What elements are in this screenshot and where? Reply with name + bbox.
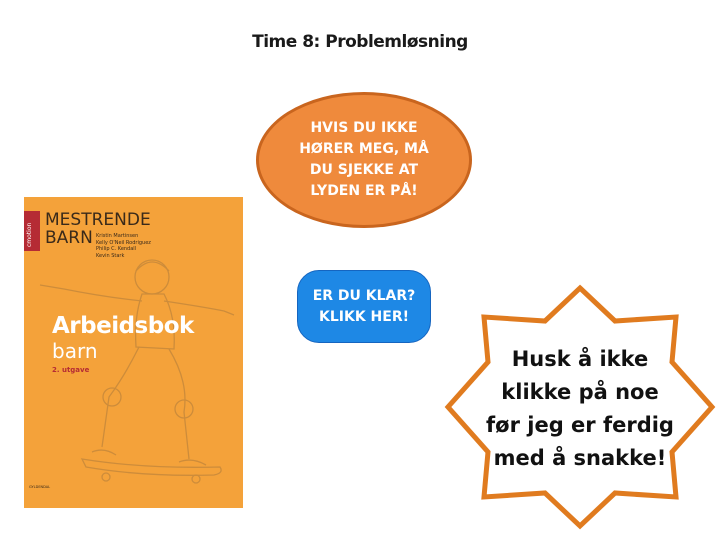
book-edition: 2. utgave <box>52 366 90 374</box>
book-title: Arbeidsbok <box>52 313 194 339</box>
audio-notice-bubble: HVIS DU IKKE HØRER MEG, MÅ DU SJEKKE AT … <box>256 92 472 228</box>
book-cover-image: cmotion MESTRENDE BARN Kristin Martinsen… <box>24 197 243 508</box>
book-authors: Kristin Martinsen Kelly O'Neil Rodriguez… <box>96 233 151 259</box>
book-subtitle: barn <box>52 339 98 363</box>
start-button-label: ER DU KLAR? KLIKK HER! <box>312 287 416 325</box>
start-button[interactable]: ER DU KLAR? KLIKK HER! <box>297 270 431 343</box>
book-author: Kevin Stark <box>96 252 125 259</box>
book-side-label: cmotion <box>26 222 33 247</box>
audio-notice-text: HVIS DU IKKE HØRER MEG, MÅ DU SJEKKE AT … <box>299 120 429 199</box>
book-side-band: cmotion <box>24 211 40 251</box>
book-publisher: GYLDENDAL <box>29 485 51 489</box>
reminder-text: Husk å ikke klikke på noe før jeg er fer… <box>486 347 674 470</box>
slide-title: Time 8: Problemløsning <box>252 32 468 52</box>
